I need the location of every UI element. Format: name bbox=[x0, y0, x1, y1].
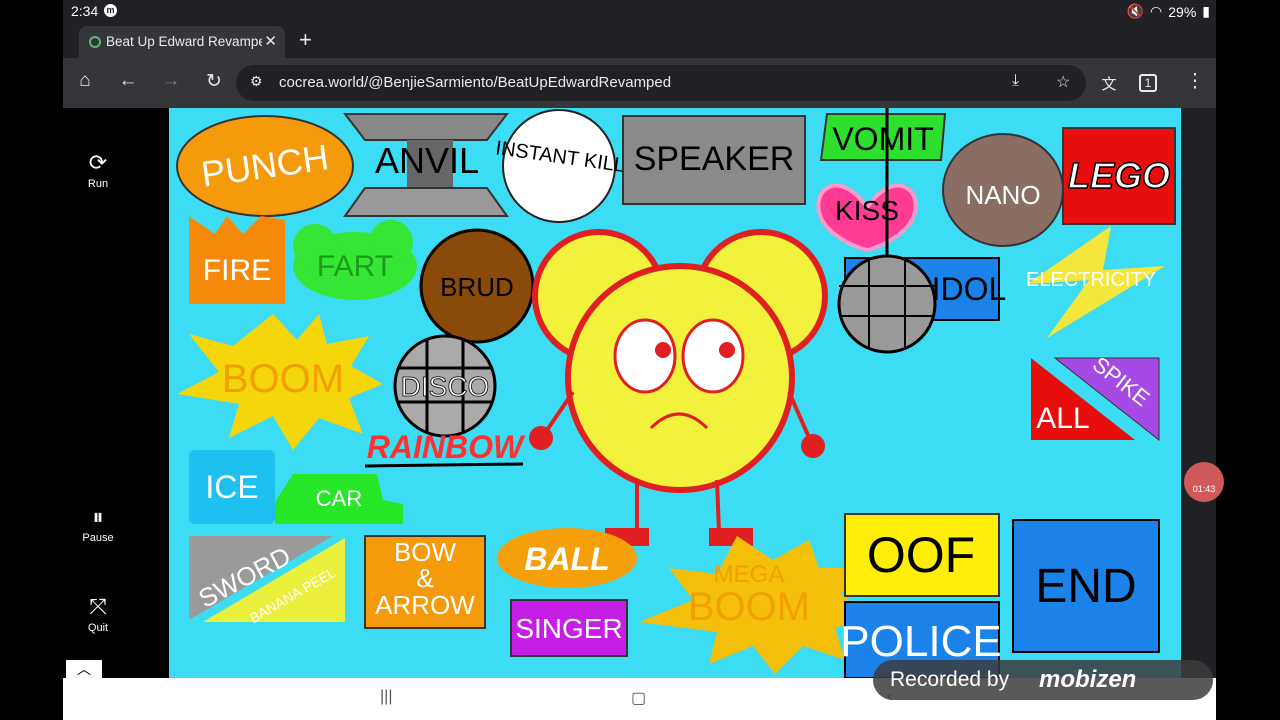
oof-label: OOF bbox=[867, 527, 975, 583]
back-icon[interactable]: ← bbox=[115, 70, 141, 92]
oof-button[interactable]: OOF bbox=[844, 513, 1000, 597]
arrow-label: ARROW bbox=[375, 590, 475, 620]
ball-button[interactable]: BALL bbox=[497, 528, 637, 588]
nano-button[interactable]: NANO bbox=[942, 133, 1064, 247]
battery-percent: 29% bbox=[1168, 3, 1197, 20]
instant-kill-button[interactable]: INSTANT KILL bbox=[494, 109, 626, 223]
ice-label: ICE bbox=[205, 469, 258, 505]
tab-bar: Beat Up Edward Revamped ✕ + bbox=[63, 22, 1216, 58]
vomit-label: VOMIT bbox=[832, 121, 933, 157]
reload-icon[interactable]: ↻ bbox=[201, 70, 227, 93]
game-canvas[interactable]: PUNCH ANVIL INSTANT KILL SPEAKER VOMIT K… bbox=[169, 108, 1181, 678]
status-time: 2:34 bbox=[71, 3, 99, 19]
quit-label: Quit bbox=[87, 622, 109, 634]
electricity-button[interactable]: ELECTRICITY bbox=[1026, 226, 1165, 338]
rainbow-button[interactable]: RAINBOW bbox=[364, 429, 526, 468]
mega-label: MEGA bbox=[714, 561, 785, 588]
singer-label: SINGER bbox=[515, 613, 622, 644]
site-info-icon[interactable]: ⚙ bbox=[250, 73, 263, 90]
disco-button[interactable]: DISCO bbox=[393, 334, 497, 438]
anvil-label: ANVIL bbox=[375, 140, 479, 181]
brud-label: BRUD bbox=[440, 272, 514, 302]
tablet-screen: 2:34 m 🔇 ◠ 29% ▮ Beat Up Edward Revamped… bbox=[63, 0, 1216, 720]
new-tab-icon[interactable]: + bbox=[299, 27, 312, 53]
recent-apps-icon[interactable]: ||| bbox=[380, 688, 392, 706]
recording-bubble[interactable]: 01:43 bbox=[1184, 462, 1224, 502]
end-label: END bbox=[1035, 560, 1136, 613]
singer-button[interactable]: SINGER bbox=[510, 599, 628, 657]
hanging-disco-ball bbox=[837, 254, 937, 354]
mega-boom-label: BOOM bbox=[688, 585, 810, 629]
close-tab-icon[interactable]: ✕ bbox=[264, 32, 277, 50]
pause-label: Pause bbox=[82, 532, 114, 544]
rainbow-label: RAINBOW bbox=[367, 429, 526, 465]
bookmark-star-icon[interactable]: ☆ bbox=[1056, 72, 1070, 92]
player-sidebar: ⟳ Run ⏸ Pause ⤧ Quit ︿ bbox=[63, 108, 169, 678]
home-icon[interactable]: ⌂ bbox=[72, 70, 98, 92]
recording-timer: 01:43 bbox=[1192, 484, 1216, 494]
brud-button[interactable]: BRUD bbox=[419, 228, 535, 344]
boom-label: BOOM bbox=[222, 357, 344, 401]
url-text[interactable]: cocrea.world/@BenjieSarmiento/BeatUpEdwa… bbox=[279, 74, 671, 91]
download-icon[interactable]: ⤓ bbox=[1012, 72, 1019, 90]
expand-caret-icon[interactable]: ︿ bbox=[66, 660, 102, 678]
pause-button[interactable]: ⏸ Pause bbox=[63, 504, 133, 544]
run-icon: ⟳ bbox=[88, 150, 108, 175]
lego-label: LEGO bbox=[1068, 155, 1170, 196]
status-bar: 2:34 m 🔇 ◠ 29% ▮ bbox=[63, 0, 1216, 22]
run-label: Run bbox=[87, 178, 109, 190]
all-label: ALL bbox=[1036, 402, 1089, 435]
quit-icon: ⤧ bbox=[89, 594, 107, 619]
ball-label: BALL bbox=[524, 541, 609, 577]
bow-arrow-button[interactable]: BOW & ARROW bbox=[364, 535, 486, 629]
disco-label: DISCO bbox=[401, 371, 490, 402]
recorder-watermark: Recorded by mobizen bbox=[873, 660, 1213, 700]
tab-count[interactable]: 1 bbox=[1139, 74, 1157, 92]
end-button[interactable]: END bbox=[1012, 519, 1160, 653]
battery-icon: ▮ bbox=[1202, 3, 1210, 19]
lego-button[interactable]: LEGO bbox=[1062, 127, 1176, 225]
idol-label: IDOL bbox=[932, 271, 1007, 307]
tab-title: Beat Up Edward Revamped bbox=[106, 34, 262, 49]
pause-icon: ⏸ bbox=[92, 504, 104, 529]
vomit-button[interactable]: VOMIT bbox=[819, 113, 947, 161]
more-menu-icon[interactable]: ⋮ bbox=[1182, 70, 1208, 93]
kiss-label: KISS bbox=[835, 195, 899, 226]
ampersand-label: & bbox=[416, 563, 433, 593]
browser-toolbar: ⌂ ← → ↻ ⚙ cocrea.world/@BenjieSarmiento/… bbox=[63, 58, 1216, 108]
punch-button[interactable]: PUNCH bbox=[176, 115, 354, 217]
car-button[interactable]: CAR bbox=[275, 474, 403, 524]
boom-button[interactable]: BOOM bbox=[177, 314, 383, 450]
quit-button[interactable]: ⤧ Quit bbox=[63, 594, 133, 634]
forward-icon[interactable]: → bbox=[158, 70, 184, 92]
favicon-icon bbox=[89, 36, 101, 48]
electricity-label: ELECTRICITY bbox=[1026, 269, 1156, 291]
game-scene: PUNCH ANVIL INSTANT KILL SPEAKER VOMIT K… bbox=[176, 108, 1176, 678]
browser-tab[interactable]: Beat Up Edward Revamped ✕ bbox=[79, 26, 285, 58]
home-nav-icon[interactable]: ▢ bbox=[631, 688, 646, 708]
address-bar[interactable]: ⚙ cocrea.world/@BenjieSarmiento/BeatUpEd… bbox=[236, 65, 1086, 101]
car-label: CAR bbox=[316, 486, 362, 511]
fart-button[interactable]: FART bbox=[293, 220, 417, 300]
fart-label: FART bbox=[317, 250, 393, 283]
notification-icon: m bbox=[104, 4, 117, 17]
mega-boom-button[interactable]: MEGA BOOM bbox=[639, 536, 871, 674]
mobizen-logo: mobizen bbox=[1039, 666, 1137, 693]
nano-label: NANO bbox=[965, 180, 1040, 210]
fire-label: FIRE bbox=[203, 254, 271, 287]
recorded-by-label: Recorded by bbox=[890, 668, 1010, 691]
fire-button[interactable]: FIRE bbox=[189, 216, 285, 304]
kiss-button[interactable]: KISS bbox=[816, 183, 918, 253]
police-label: POLICE bbox=[840, 617, 1001, 666]
wifi-icon: ◠ bbox=[1150, 3, 1163, 19]
ice-button[interactable]: ICE bbox=[189, 450, 275, 524]
anvil-button[interactable]: ANVIL bbox=[342, 113, 510, 217]
edward-character[interactable] bbox=[529, 229, 828, 546]
speaker-label: SPEAKER bbox=[634, 140, 795, 178]
mute-icon: 🔇 bbox=[1126, 3, 1145, 19]
translate-icon[interactable]: 文 bbox=[1096, 73, 1122, 94]
speaker-button[interactable]: SPEAKER bbox=[622, 115, 806, 205]
run-button[interactable]: ⟳ Run bbox=[63, 150, 133, 190]
